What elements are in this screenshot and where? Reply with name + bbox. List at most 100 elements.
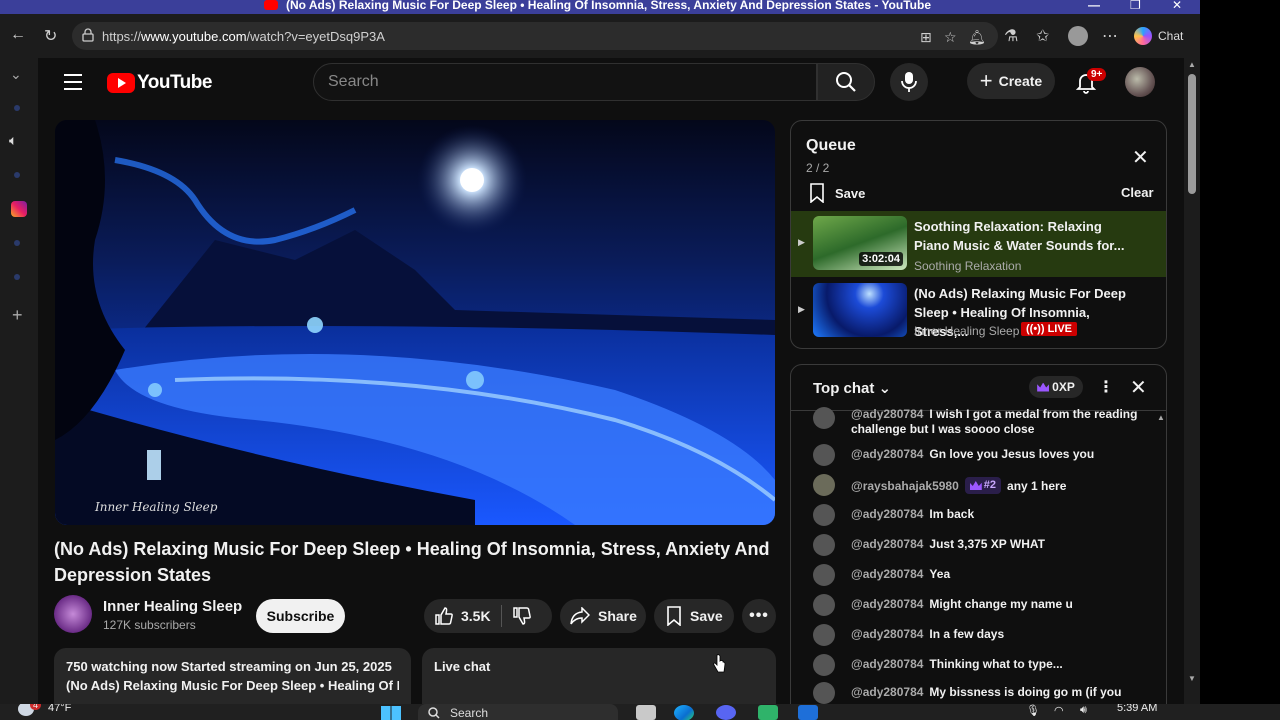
close-window-icon[interactable]: ✕ bbox=[1172, 0, 1182, 12]
account-avatar[interactable] bbox=[1125, 67, 1155, 97]
wifi-icon[interactable]: ◠ bbox=[1054, 704, 1064, 717]
maximize-icon[interactable]: ❐ bbox=[1130, 0, 1141, 12]
live-badge: ((•)) LIVE bbox=[1021, 322, 1078, 336]
like-dislike-group: 3.5K bbox=[424, 599, 552, 633]
save-button[interactable]: Save bbox=[654, 599, 734, 633]
chat-author[interactable]: @ady280784 bbox=[851, 567, 923, 581]
chat-more-icon[interactable]: ⋮ bbox=[1098, 377, 1114, 397]
chat-author[interactable]: @ady280784 bbox=[851, 447, 923, 461]
add-sidebar-app-icon[interactable]: + bbox=[12, 305, 23, 326]
close-chat-icon[interactable]: ✕ bbox=[1130, 375, 1147, 400]
voice-search-button[interactable] bbox=[890, 63, 928, 101]
collapse-sidebar-icon[interactable]: ⌄ bbox=[10, 66, 22, 83]
site-info-icon[interactable] bbox=[82, 28, 94, 42]
queue-item-channel[interactable]: Inner Healing Sleep bbox=[914, 324, 1019, 338]
windows-start-icon[interactable] bbox=[381, 706, 401, 720]
close-queue-icon[interactable]: ✕ bbox=[1132, 145, 1149, 170]
chat-avatar[interactable] bbox=[813, 444, 835, 466]
youtube-favicon-icon bbox=[264, 0, 278, 10]
queue-clear-button[interactable]: Clear bbox=[1121, 185, 1154, 200]
chat-avatar[interactable] bbox=[813, 474, 835, 496]
app-icon[interactable] bbox=[798, 705, 818, 720]
chat-avatar[interactable] bbox=[813, 654, 835, 676]
video-player[interactable]: Inner Healing Sleep bbox=[55, 120, 775, 525]
menu-icon[interactable] bbox=[64, 74, 82, 95]
chat-scrollbar[interactable]: ▲ bbox=[1157, 411, 1166, 704]
app-icon[interactable] bbox=[758, 705, 778, 720]
queue-item-channel[interactable]: Soothing Relaxation bbox=[914, 259, 1021, 273]
queue-item-title[interactable]: Soothing Relaxation: Relaxing Piano Musi… bbox=[914, 217, 1139, 255]
subscriber-count: 127K subscribers bbox=[103, 618, 196, 632]
more-options-icon[interactable]: ⋯ bbox=[1102, 26, 1118, 46]
chat-author[interactable]: @ady280784 bbox=[851, 597, 923, 611]
chat-avatar[interactable] bbox=[813, 534, 835, 556]
crown-icon bbox=[1037, 382, 1050, 392]
taskbar-search[interactable]: Search bbox=[418, 704, 618, 720]
notification-bell-icon[interactable]: 🔔︎ bbox=[968, 29, 986, 46]
scrollbar-thumb[interactable] bbox=[1188, 74, 1196, 194]
profile-avatar[interactable] bbox=[1068, 26, 1088, 46]
chat-author[interactable]: @ady280784 bbox=[851, 407, 923, 421]
scroll-up-icon[interactable]: ▲ bbox=[1188, 60, 1196, 69]
queue-thumbnail[interactable] bbox=[813, 283, 907, 337]
chat-avatar[interactable] bbox=[813, 624, 835, 646]
favorite-star-icon[interactable]: ☆ bbox=[944, 29, 957, 46]
edge-browser-icon[interactable] bbox=[674, 705, 694, 720]
search-input[interactable] bbox=[314, 64, 816, 100]
more-actions-button[interactable]: ••• bbox=[742, 599, 776, 633]
chat-author[interactable]: @ady280784 bbox=[851, 507, 923, 521]
queue-item[interactable]: ▶ 3:02:04 Soothing Relaxation: Relaxing … bbox=[791, 211, 1166, 277]
queue-save-button[interactable]: Save bbox=[809, 183, 865, 203]
channel-name[interactable]: Inner Healing Sleep bbox=[103, 598, 242, 615]
scroll-up-icon[interactable]: ▲ bbox=[1157, 413, 1165, 422]
chat-avatar[interactable] bbox=[813, 504, 835, 526]
crown-icon bbox=[969, 481, 982, 490]
chat-avatar[interactable] bbox=[813, 564, 835, 586]
youtube-logo[interactable]: YouTube bbox=[107, 72, 212, 94]
volume-icon[interactable]: 🔊︎ bbox=[1080, 704, 1087, 717]
dislike-thumb-icon[interactable] bbox=[512, 606, 532, 626]
window-title-bar: (No Ads) Relaxing Music For Deep Sleep •… bbox=[0, 0, 1200, 14]
queue-thumbnail[interactable]: 3:02:04 bbox=[813, 216, 907, 270]
address-bar[interactable]: https://www.youtube.com/watch?v=eyetDsq9… bbox=[72, 22, 998, 50]
chat-author[interactable]: @raysbahajak5980 bbox=[851, 479, 959, 493]
widget-notification-badge: 4 bbox=[30, 704, 42, 710]
channel-avatar[interactable] bbox=[54, 595, 92, 633]
chat-avatar[interactable] bbox=[813, 407, 835, 429]
chat-author[interactable]: @ady280784 bbox=[851, 657, 923, 671]
extensions-icon[interactable]: ⚗ bbox=[1004, 26, 1018, 46]
search-button[interactable] bbox=[817, 63, 875, 101]
instagram-icon[interactable] bbox=[11, 201, 27, 217]
create-button[interactable]: + Create bbox=[967, 63, 1055, 99]
subscribe-button[interactable]: Subscribe bbox=[256, 599, 345, 633]
search-box[interactable] bbox=[313, 63, 817, 101]
chat-mode-dropdown[interactable]: Top chat ⌄ bbox=[813, 379, 891, 397]
copilot-chat-button[interactable]: Chat bbox=[1134, 22, 1196, 50]
chat-avatar[interactable] bbox=[813, 682, 835, 704]
discord-icon[interactable] bbox=[716, 705, 736, 720]
minimize-icon[interactable]: — bbox=[1088, 0, 1100, 12]
speaker-icon[interactable]: 🔈︎ bbox=[9, 132, 17, 149]
refresh-icon[interactable]: ↻ bbox=[44, 26, 57, 46]
like-count[interactable]: 3.5K bbox=[461, 608, 491, 624]
sidebar-dot bbox=[14, 240, 20, 246]
microphone-tray-icon[interactable]: 🎙︎ bbox=[1026, 704, 1040, 717]
url-text[interactable]: https://www.youtube.com/watch?v=eyetDsq9… bbox=[102, 29, 385, 44]
chat-author[interactable]: @ady280784 bbox=[851, 537, 923, 551]
weather-temperature[interactable]: 47°F bbox=[48, 704, 71, 714]
chat-author[interactable]: @ady280784 bbox=[851, 627, 923, 641]
favorites-icon[interactable]: ✩ bbox=[1036, 26, 1049, 46]
back-arrow-icon[interactable]: ← bbox=[10, 26, 26, 44]
file-explorer-icon[interactable] bbox=[636, 705, 656, 720]
chat-avatar[interactable] bbox=[813, 594, 835, 616]
page-scrollbar[interactable]: ▲ ▼ bbox=[1184, 58, 1200, 704]
app-available-icon[interactable]: ⊞ bbox=[920, 29, 932, 46]
description-box[interactable]: 750 watching now Started streaming on Ju… bbox=[54, 648, 411, 704]
like-thumb-icon[interactable] bbox=[434, 606, 454, 626]
clock-time[interactable]: 5:39 AM bbox=[1117, 704, 1157, 714]
chat-author[interactable]: @ady280784 bbox=[851, 685, 923, 699]
scroll-down-icon[interactable]: ▼ bbox=[1188, 674, 1196, 683]
queue-item[interactable]: ▶ (No Ads) Relaxing Music For Deep Sleep… bbox=[791, 278, 1166, 344]
share-button[interactable]: Share bbox=[560, 599, 646, 633]
xp-badge[interactable]: 0XP bbox=[1029, 376, 1083, 398]
